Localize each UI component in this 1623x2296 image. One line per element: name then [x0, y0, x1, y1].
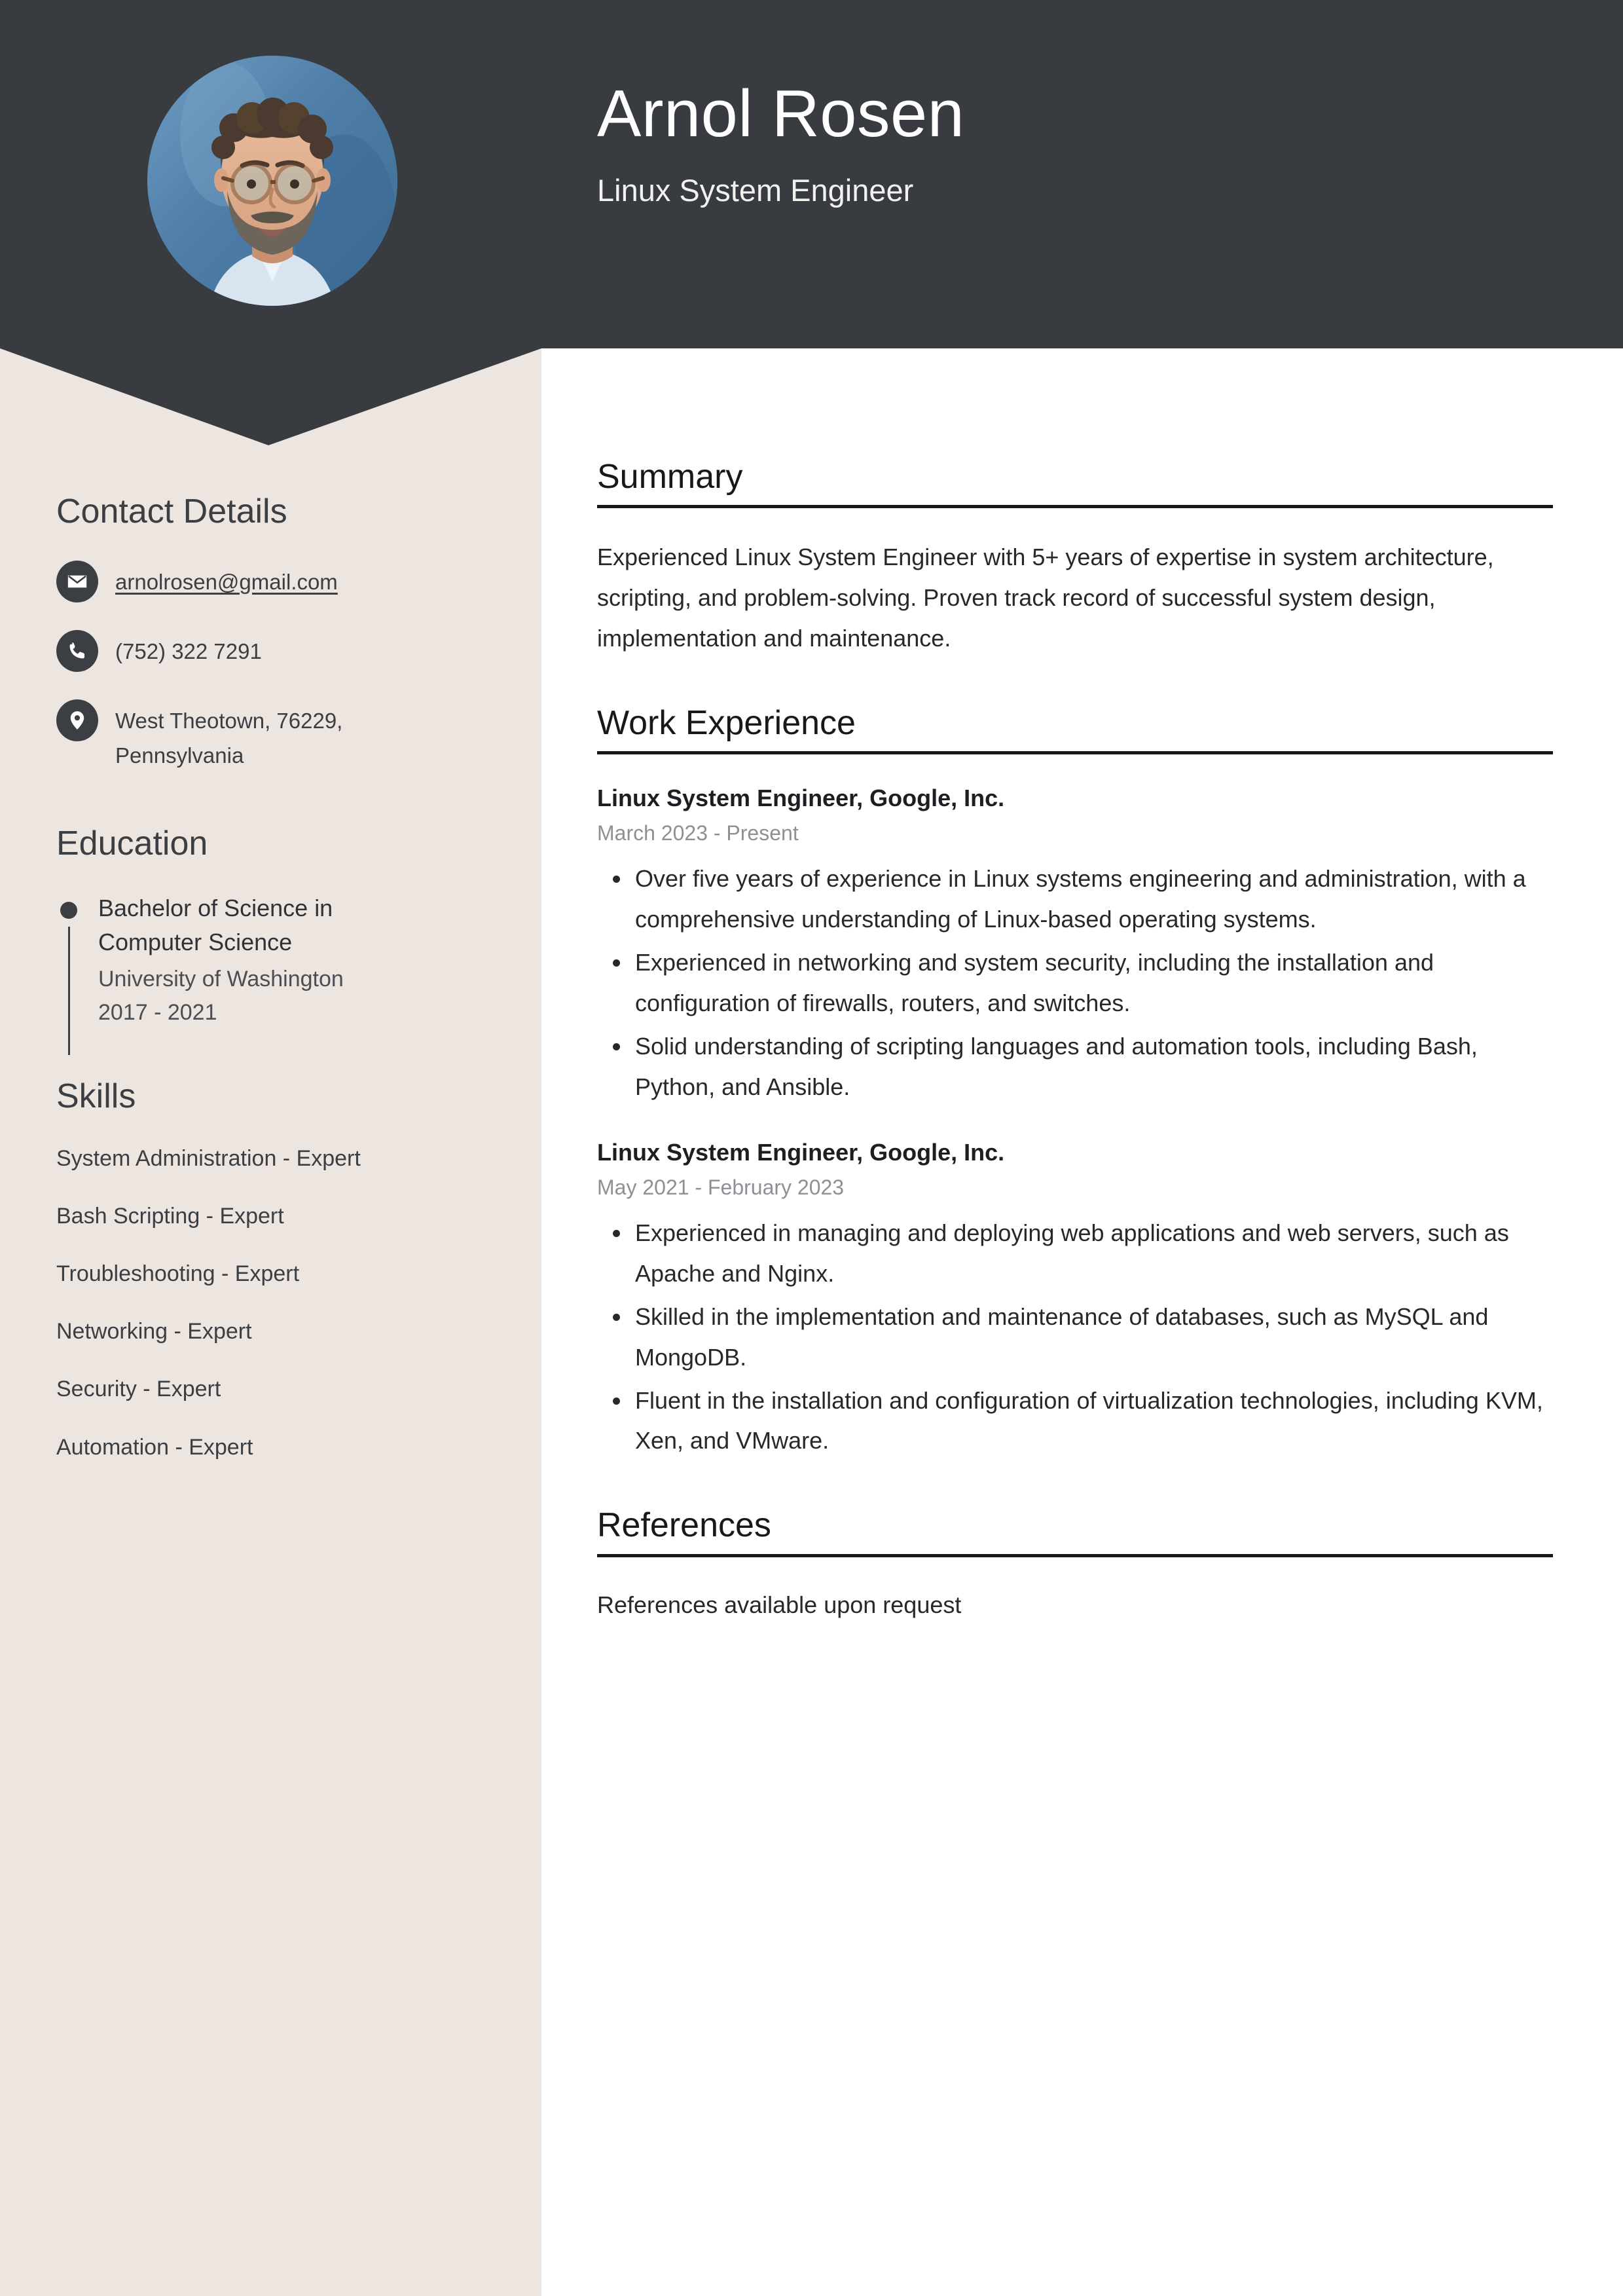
contact-email-value[interactable]: arnolrosen@gmail.com: [115, 559, 338, 599]
job-bullet-list: Experienced in managing and deploying we…: [597, 1213, 1553, 1461]
list-item: Security - Expert: [56, 1377, 221, 1402]
header-text-block: Arnol Rosen Linux System Engineer: [597, 77, 965, 209]
job-entry: Linux System Engineer, Google, Inc. Marc…: [597, 783, 1553, 1107]
list-item: Solid understanding of scripting languag…: [597, 1026, 1553, 1107]
job-title: Linux System Engineer: [597, 173, 914, 208]
education-dates: 2017 - 2021: [98, 1000, 217, 1026]
list-item: Networking - Expert: [56, 1319, 252, 1344]
avatar: [147, 56, 397, 306]
sidebar: Contact Details arnolrosen@gmail.com (75…: [0, 458, 541, 1491]
section-divider: [597, 751, 1553, 755]
contact-details-heading: Contact Details: [56, 492, 287, 530]
skills-section: Skills System Administration - Expert Ba…: [56, 1077, 486, 1462]
contact-phone-value: (752) 322 7291: [115, 639, 262, 663]
contact-list: arnolrosen@gmail.com (752) 322 7291 West…: [56, 559, 486, 773]
main-content: Summary Experienced Linux System Enginee…: [597, 458, 1553, 1669]
skills-list: System Administration - Expert Bash Scri…: [56, 1144, 486, 1462]
references-text: References available upon request: [597, 1591, 962, 1618]
references-section: References References available upon req…: [597, 1507, 1553, 1623]
summary-section: Summary Experienced Linux System Enginee…: [597, 458, 1553, 659]
list-item: Experienced in networking and system sec…: [597, 942, 1553, 1024]
education-item: Bachelor of Science in Computer Science …: [56, 891, 486, 1055]
list-item: Bash Scripting - Expert: [56, 1203, 284, 1229]
contact-item-email[interactable]: arnolrosen@gmail.com: [56, 559, 486, 602]
location-pin-icon: [56, 699, 98, 741]
list-item: Skilled in the implementation and mainte…: [597, 1297, 1553, 1378]
contact-address-value: West Theotown, 76229, Pennsylvania: [115, 708, 343, 768]
job-bullet-list: Over five years of experience in Linux s…: [597, 859, 1553, 1107]
work-experience-heading: Work Experience: [597, 703, 856, 742]
timeline-dot-icon: [60, 901, 77, 919]
job-dates: March 2023 - Present: [597, 821, 799, 845]
education-school: University of Washington: [98, 966, 344, 991]
education-section: Education Bachelor of Science in Compute…: [56, 824, 486, 1055]
summary-heading: Summary: [597, 458, 743, 496]
envelope-icon: [56, 560, 98, 602]
contact-item-address: West Theotown, 76229, Pennsylvania: [56, 698, 486, 773]
education-degree: Bachelor of Science in Computer Science: [98, 894, 333, 956]
timeline-line: [68, 926, 70, 1055]
section-divider: [597, 505, 1553, 509]
summary-text: Experienced Linux System Engineer with 5…: [597, 544, 1494, 652]
phone-icon: [56, 629, 98, 672]
education-heading: Education: [56, 824, 208, 862]
job-dates: May 2021 - February 2023: [597, 1175, 845, 1199]
list-item: Troubleshooting - Expert: [56, 1261, 300, 1287]
list-item: System Administration - Expert: [56, 1145, 361, 1171]
skills-heading: Skills: [56, 1077, 136, 1115]
contact-details-section: Contact Details arnolrosen@gmail.com (75…: [56, 492, 486, 773]
list-item: Fluent in the installation and configura…: [597, 1380, 1553, 1462]
list-item: Automation - Expert: [56, 1434, 253, 1460]
resume-page: Arnol Rosen Linux System Engineer Contac…: [0, 0, 1623, 2296]
references-heading: References: [597, 1506, 771, 1545]
job-entry: Linux System Engineer, Google, Inc. May …: [597, 1138, 1553, 1462]
section-divider: [597, 1553, 1553, 1557]
list-item: Experienced in managing and deploying we…: [597, 1213, 1553, 1294]
page-title: Arnol Rosen: [597, 77, 965, 151]
contact-item-phone[interactable]: (752) 322 7291: [56, 629, 486, 672]
list-item: Over five years of experience in Linux s…: [597, 859, 1553, 940]
job-role: Linux System Engineer, Google, Inc.: [597, 1138, 1005, 1166]
job-role: Linux System Engineer, Google, Inc.: [597, 785, 1005, 812]
work-experience-section: Work Experience Linux System Engineer, G…: [597, 703, 1553, 1462]
